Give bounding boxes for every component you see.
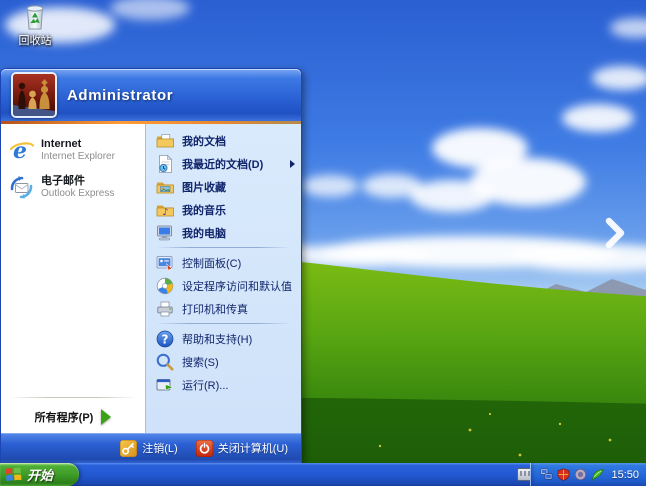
help-glyph: ? (162, 332, 169, 346)
my-pictures-icon (155, 177, 175, 197)
my-computer-icon (155, 223, 175, 243)
menu-item-title: 电子邮件 (41, 175, 114, 188)
recycle-bin-icon (21, 0, 49, 31)
submenu-arrow-icon (290, 160, 295, 168)
menu-item-help-and-support[interactable]: ? 帮助和支持(H) (146, 327, 301, 350)
menu-item-run[interactable]: 运行(R)... (146, 373, 301, 396)
start-menu: Administrator e Internet Internet Explor… (0, 68, 302, 463)
run-icon (155, 375, 175, 395)
log-off-label: 注销(L) (142, 440, 177, 456)
svg-text:e: e (13, 138, 27, 164)
volume-tray-icon[interactable] (574, 468, 587, 481)
menu-item-label: 帮助和支持(H) (182, 331, 252, 347)
menu-item-printers-and-faxes[interactable]: 打印机和传真 (146, 297, 301, 320)
chess-avatar-image (13, 74, 55, 116)
log-off-key-icon (120, 440, 137, 457)
printers-and-faxes-icon (155, 299, 175, 319)
music-note-glyph: ♪ (162, 207, 168, 218)
network-tray-icon[interactable] (540, 468, 553, 481)
start-button[interactable]: 开始 (0, 463, 79, 486)
menu-item-label: 我的文档 (182, 133, 226, 149)
menu-item-label: 控制面板(C) (182, 255, 241, 271)
menu-item-my-music[interactable]: ♪ 我的音乐 (146, 198, 301, 221)
search-icon (155, 352, 175, 372)
menu-item-control-panel[interactable]: 控制面板(C) (146, 251, 301, 274)
menu-item-subtitle: Internet Explorer (41, 151, 115, 163)
safety-agent-tray-icon[interactable] (591, 468, 604, 481)
user-name: Administrator (67, 87, 173, 104)
menu-item-program-access-defaults[interactable]: 设定程序访问和默认值 (146, 274, 301, 297)
menu-item-recent-documents[interactable]: 我最近的文档(D) (146, 152, 301, 175)
user-avatar (11, 72, 57, 118)
help-and-support-icon: ? (155, 329, 175, 349)
menu-item-label: 我的音乐 (182, 202, 226, 218)
all-programs-arrow-icon (101, 409, 111, 425)
shut-down-power-icon (196, 440, 213, 457)
shut-down-button[interactable]: 关闭计算机(U) (196, 440, 288, 457)
menu-item-label: 设定程序访问和默认值 (182, 278, 292, 294)
menu-item-my-pictures[interactable]: 图片收藏 (146, 175, 301, 198)
start-menu-footer: 注销(L) 关闭计算机(U) (1, 433, 301, 463)
log-off-button[interactable]: 注销(L) (120, 440, 177, 457)
menu-item-internet-explorer[interactable]: e Internet Internet Explorer (1, 132, 145, 169)
start-menu-body: e Internet Internet Explorer (1, 124, 301, 433)
start-menu-right-column: 我的文档 我最近的文档(D) (145, 124, 301, 433)
menu-item-subtitle: Outlook Express (41, 188, 114, 200)
menu-item-outlook-express[interactable]: 电子邮件 Outlook Express (1, 169, 145, 206)
menu-item-label: 打印机和传真 (182, 301, 248, 317)
menu-item-my-documents[interactable]: 我的文档 (146, 129, 301, 152)
right-column-divider (156, 323, 291, 324)
menu-item-search[interactable]: 搜索(S) (146, 350, 301, 373)
next-chevron-icon[interactable] (603, 217, 627, 249)
internet-explorer-icon: e (8, 137, 35, 164)
my-documents-icon (155, 131, 175, 151)
taskbar: 开始 15:50 (0, 463, 646, 486)
my-music-icon: ♪ (155, 200, 175, 220)
control-panel-icon (155, 253, 175, 273)
shut-down-label: 关闭计算机(U) (218, 440, 288, 456)
menu-item-label: 运行(R)... (182, 377, 228, 393)
menu-item-my-computer[interactable]: 我的电脑 (146, 221, 301, 244)
menu-item-label: 图片收藏 (182, 179, 226, 195)
all-programs-button[interactable]: 所有程序(P) (1, 400, 145, 433)
security-shield-tray-icon[interactable] (557, 468, 570, 481)
all-programs-label: 所有程序(P) (35, 409, 94, 425)
recycle-bin-desktop-icon[interactable]: 回收站 (8, 0, 62, 48)
right-column-divider (156, 247, 291, 248)
start-menu-user-pane: Administrator (1, 69, 301, 121)
outlook-express-icon (8, 174, 35, 201)
all-programs-divider (9, 397, 137, 398)
windows-flag-icon (5, 467, 22, 482)
menu-item-label: 搜索(S) (182, 354, 219, 370)
start-button-label: 开始 (27, 465, 53, 484)
menu-item-title: Internet (41, 138, 115, 151)
menu-item-label: 我最近的文档(D) (182, 156, 263, 172)
menu-item-label: 我的电脑 (182, 225, 226, 241)
recycle-bin-label: 回收站 (8, 32, 62, 48)
left-column-spacer (1, 206, 145, 395)
recent-documents-icon (155, 154, 175, 174)
system-tray: 15:50 (530, 463, 646, 486)
start-menu-left-column: e Internet Internet Explorer (1, 124, 145, 433)
program-access-defaults-icon (155, 276, 175, 296)
taskbar-clock[interactable]: 15:50 (611, 469, 639, 481)
